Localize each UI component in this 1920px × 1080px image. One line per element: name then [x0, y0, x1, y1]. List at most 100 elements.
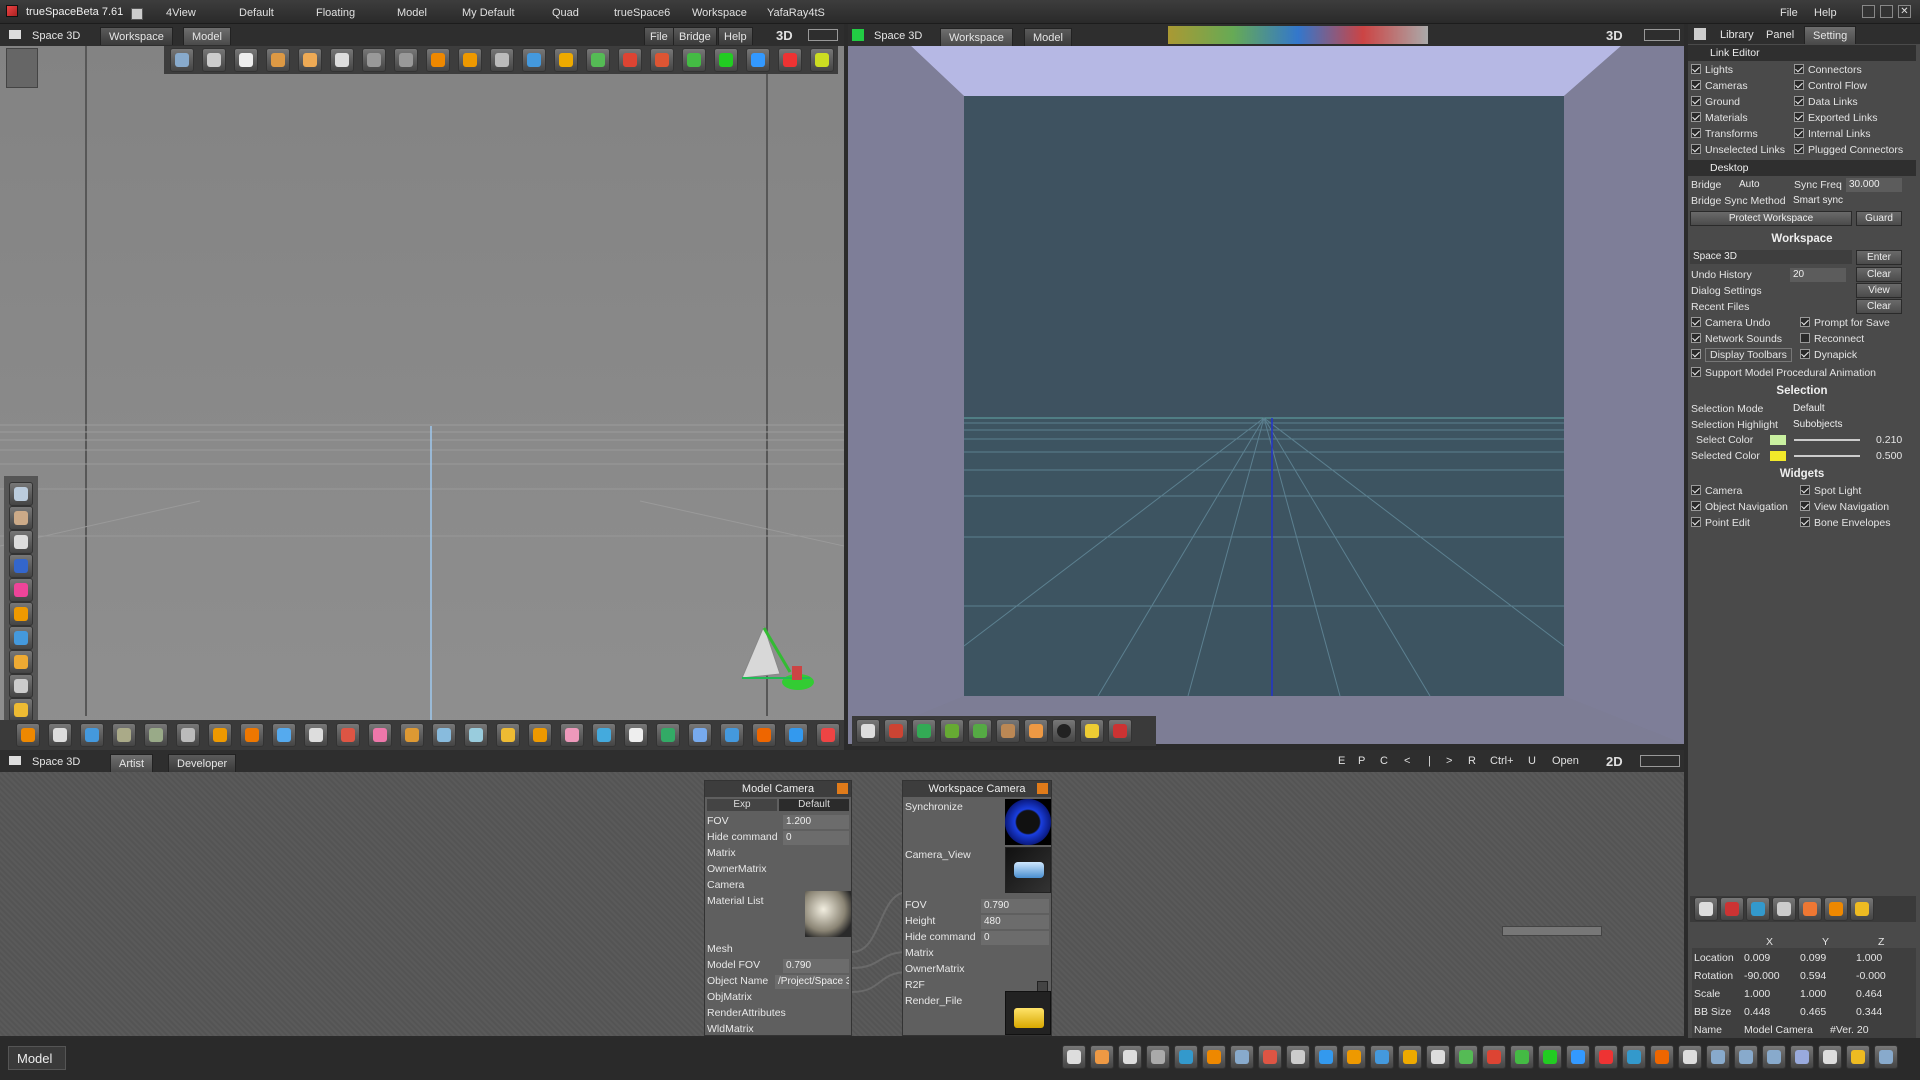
- bottom-btn-e[interactable]: E: [1338, 751, 1345, 771]
- bottom-btn-open[interactable]: Open: [1552, 751, 1579, 771]
- tool-23-icon[interactable]: [720, 723, 744, 747]
- sweep-icon[interactable]: [554, 48, 578, 72]
- status-tool-16-icon[interactable]: [1482, 1045, 1506, 1069]
- synchronize-port[interactable]: Synchronize: [905, 801, 963, 813]
- matrix-port[interactable]: Matrix: [707, 847, 736, 859]
- layout-workspace[interactable]: Workspace: [692, 3, 747, 23]
- model-fov-field[interactable]: 0.790: [783, 959, 849, 973]
- camera-view-icon[interactable]: [1005, 847, 1051, 893]
- bottom-btn-u[interactable]: U: [1528, 751, 1536, 771]
- link-control-flow[interactable]: Control Flow: [1794, 78, 1867, 94]
- guard-button[interactable]: Guard: [1856, 211, 1902, 226]
- paint-bucket-icon[interactable]: [1746, 897, 1770, 921]
- tab-panel[interactable]: Panel: [1758, 26, 1802, 44]
- tab-space3d-left[interactable]: Space 3D: [24, 27, 88, 45]
- right-view-window-buttons[interactable]: [1644, 29, 1680, 41]
- link-cameras[interactable]: Cameras: [1691, 78, 1748, 94]
- camera-undo-checkbox[interactable]: Camera Undo: [1691, 315, 1770, 331]
- arrow-down-icon[interactable]: [394, 48, 418, 72]
- status-tool-28-icon[interactable]: [1818, 1045, 1842, 1069]
- ws-hide-command-field[interactable]: 0: [981, 931, 1049, 945]
- tool-18-icon[interactable]: [560, 723, 584, 747]
- x-axis-icon[interactable]: [714, 48, 738, 72]
- widget-bone-envelopes-checkbox[interactable]: Bone Envelopes: [1800, 515, 1890, 531]
- select-color-slider[interactable]: [1794, 439, 1860, 441]
- scale-y[interactable]: 1.000: [1800, 986, 1826, 1002]
- tool-8-icon[interactable]: [240, 723, 264, 747]
- toolbox-icon[interactable]: [1108, 719, 1132, 743]
- exp-button[interactable]: Exp: [707, 799, 777, 811]
- object-icon[interactable]: [426, 48, 450, 72]
- network-sounds-checkbox[interactable]: Network Sounds: [1691, 331, 1782, 347]
- primitive-icon[interactable]: [9, 602, 33, 626]
- view-menu-bridge[interactable]: Bridge: [673, 27, 717, 45]
- model-camera-node[interactable]: Model Camera Exp Default FOV 1.200 Hide …: [704, 780, 852, 1036]
- link-connectors[interactable]: Connectors: [1794, 62, 1862, 78]
- status-tool-1-icon[interactable]: [1062, 1045, 1086, 1069]
- paint-ball-icon[interactable]: [884, 719, 908, 743]
- bbsize-x[interactable]: 0.448: [1744, 1004, 1770, 1020]
- widget-view-nav-checkbox[interactable]: View Navigation: [1800, 499, 1889, 515]
- shapes-icon[interactable]: [9, 626, 33, 650]
- arrow-up-icon[interactable]: [362, 48, 386, 72]
- status-tool-21-icon[interactable]: [1622, 1045, 1646, 1069]
- tool-15-icon[interactable]: [464, 723, 488, 747]
- fov-field[interactable]: 1.200: [783, 815, 849, 829]
- bottom-btn-prev[interactable]: <: [1404, 751, 1410, 771]
- layout-default[interactable]: Default: [239, 3, 274, 23]
- pivot-icon[interactable]: [330, 48, 354, 72]
- snap-icon[interactable]: [650, 48, 674, 72]
- status-tool-5-icon[interactable]: [1174, 1045, 1198, 1069]
- procedural-animation-checkbox[interactable]: Support Model Procedural Animation: [1691, 365, 1876, 381]
- tool-20-icon[interactable]: [624, 723, 648, 747]
- obj-matrix-port[interactable]: ObjMatrix: [707, 991, 752, 1003]
- tool-14-icon[interactable]: [432, 723, 456, 747]
- selection-highlight-select[interactable]: Subobjects: [1790, 418, 1912, 432]
- tool-24-icon[interactable]: [752, 723, 776, 747]
- ws-fov-field[interactable]: 0.790: [981, 899, 1049, 913]
- enter-button[interactable]: Enter: [1856, 250, 1902, 265]
- tool-21-icon[interactable]: [656, 723, 680, 747]
- arrow-select-icon[interactable]: [856, 719, 880, 743]
- link-plugged[interactable]: Plugged Connectors: [1794, 142, 1916, 158]
- location-x[interactable]: 0.009: [1744, 950, 1770, 966]
- view-window-buttons[interactable]: [808, 29, 838, 41]
- render-icon[interactable]: [1720, 897, 1744, 921]
- scale-icon[interactable]: [234, 48, 258, 72]
- tab-model-left[interactable]: Model: [183, 27, 231, 45]
- material-list-port[interactable]: Material List: [707, 895, 764, 907]
- view-mode-3d[interactable]: 3D: [776, 26, 793, 46]
- space-field[interactable]: Space 3D: [1690, 250, 1852, 264]
- rotation-z[interactable]: -0.000: [1856, 968, 1886, 984]
- desktop-header[interactable]: Desktop: [1688, 160, 1916, 176]
- left-viewport[interactable]: [0, 46, 844, 744]
- display-toolbars-checkbox[interactable]: Display Toolbars: [1691, 347, 1792, 363]
- default-button[interactable]: Default: [779, 799, 849, 811]
- link-unselected[interactable]: Unselected Links: [1691, 142, 1785, 158]
- render-attributes-port[interactable]: RenderAttributes: [707, 1007, 786, 1019]
- dynapick-checkbox[interactable]: Dynapick: [1800, 347, 1857, 363]
- tab-setting[interactable]: Setting: [1804, 26, 1857, 44]
- palette-icon[interactable]: [1024, 719, 1048, 743]
- status-tool-8-icon[interactable]: [1258, 1045, 1282, 1069]
- rotate-icon[interactable]: [202, 48, 226, 72]
- tool-9-icon[interactable]: [272, 723, 296, 747]
- link-transforms[interactable]: Transforms: [1691, 126, 1758, 142]
- minimize-icon[interactable]: [1862, 5, 1875, 18]
- status-tool-15-icon[interactable]: [1454, 1045, 1478, 1069]
- tab-developer[interactable]: Developer: [168, 754, 237, 772]
- workspace-camera-node[interactable]: Workspace Camera Synchronize Camera_View…: [902, 780, 1052, 1036]
- status-tool-25-icon[interactable]: [1734, 1045, 1758, 1069]
- pen-icon[interactable]: [9, 698, 33, 722]
- height-field[interactable]: 480: [981, 915, 1049, 929]
- z-axis-icon[interactable]: [778, 48, 802, 72]
- light-icon[interactable]: [996, 719, 1020, 743]
- house-icon[interactable]: [618, 48, 642, 72]
- status-tool-13-icon[interactable]: [1398, 1045, 1422, 1069]
- tab-workspace-left[interactable]: Workspace: [100, 27, 173, 45]
- bottom-btn-r[interactable]: R: [1468, 751, 1476, 771]
- status-y-axis-icon[interactable]: [1566, 1045, 1590, 1069]
- terrain-icon[interactable]: [968, 719, 992, 743]
- grid-snap-icon[interactable]: [810, 48, 834, 72]
- selection-mode-select[interactable]: Default: [1790, 402, 1912, 416]
